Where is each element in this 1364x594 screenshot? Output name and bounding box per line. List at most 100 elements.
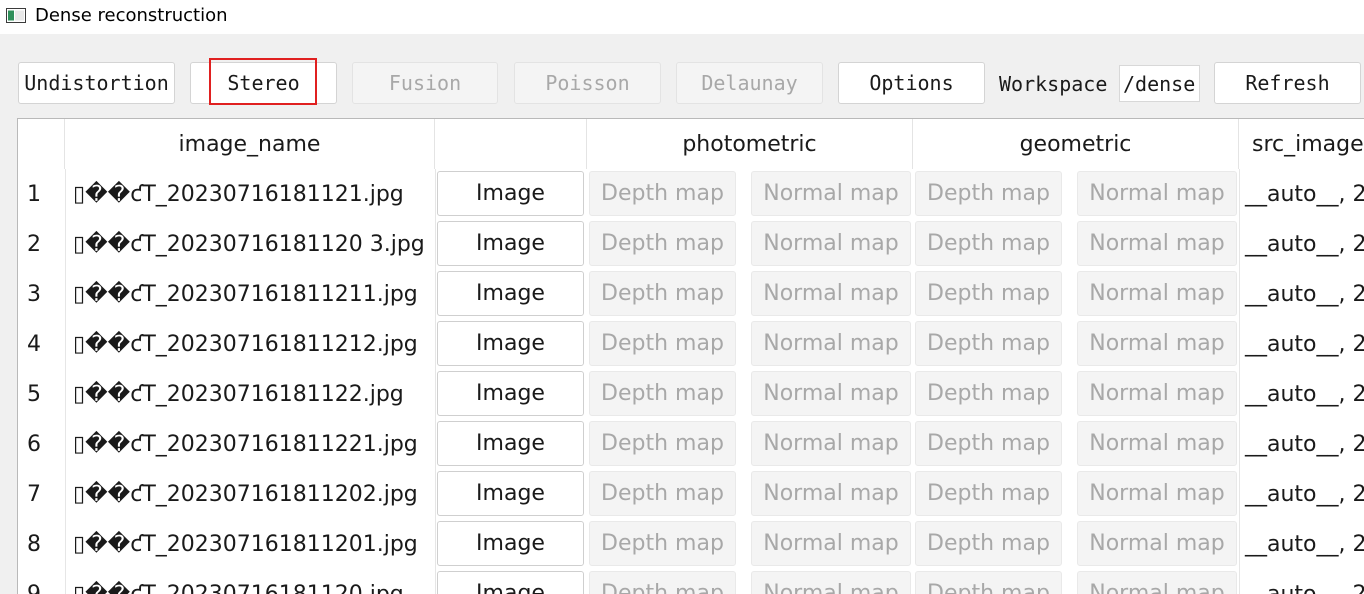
image-button[interactable]: Image — [437, 421, 584, 466]
geometric-depth-map-button[interactable]: Depth map — [915, 221, 1062, 266]
workspace-label: Workspace — [999, 72, 1108, 96]
header-image — [435, 119, 587, 169]
photometric-depth-map-button[interactable]: Depth map — [589, 471, 736, 516]
workspace-input[interactable] — [1119, 65, 1200, 102]
refresh-button[interactable]: Refresh — [1214, 62, 1361, 104]
photometric-depth-map-button[interactable]: Depth map — [589, 271, 736, 316]
src-images-cell: __auto__, 2 — [1245, 431, 1364, 457]
options-button[interactable]: Options — [838, 62, 985, 104]
photometric-normal-map-button[interactable]: Normal map — [751, 171, 911, 216]
image-name-cell: ▯��ƈT_20230716181120.jpg — [73, 581, 404, 594]
header-geometric: geometric — [913, 119, 1239, 169]
image-name-cell: ▯��ƈT_202307161811211.jpg — [73, 281, 418, 307]
geometric-normal-map-button[interactable]: Normal map — [1077, 471, 1237, 516]
image-name-cell: ▯��ƈT_20230716181120 3.jpg — [73, 231, 425, 257]
image-name-cell: ▯��ƈT_202307161811221.jpg — [73, 431, 418, 457]
window-title: Dense reconstruction — [35, 5, 228, 26]
images-table: image_name photometric geometric src_ima… — [17, 118, 1364, 594]
image-button[interactable]: Image — [437, 571, 584, 594]
table-row: 1 ▯��ƈT_20230716181121.jpg Image Depth map N… — [18, 169, 1364, 219]
image-name-cell: ▯��ƈT_202307161811201.jpg — [73, 531, 418, 557]
title-bar: Dense reconstruction — [0, 0, 1364, 34]
geometric-normal-map-button[interactable]: Normal map — [1077, 571, 1237, 594]
geometric-depth-map-button[interactable]: Depth map — [915, 521, 1062, 566]
photometric-normal-map-button[interactable]: Normal map — [751, 421, 911, 466]
row-number: 9 — [27, 581, 41, 594]
window-icon — [6, 8, 26, 23]
photometric-depth-map-button[interactable]: Depth map — [589, 371, 736, 416]
row-number: 6 — [27, 431, 41, 457]
geometric-normal-map-button[interactable]: Normal map — [1077, 171, 1237, 216]
photometric-normal-map-button[interactable]: Normal map — [751, 221, 911, 266]
geometric-normal-map-button[interactable]: Normal map — [1077, 521, 1237, 566]
photometric-normal-map-button[interactable]: Normal map — [751, 521, 911, 566]
photometric-depth-map-button[interactable]: Depth map — [589, 221, 736, 266]
src-images-cell: __auto__, 2 — [1245, 181, 1364, 207]
photometric-normal-map-button[interactable]: Normal map — [751, 321, 911, 366]
photometric-normal-map-button[interactable]: Normal map — [751, 471, 911, 516]
geometric-depth-map-button[interactable]: Depth map — [915, 171, 1062, 216]
geometric-depth-map-button[interactable]: Depth map — [915, 321, 1062, 366]
row-number: 3 — [27, 281, 41, 307]
src-images-cell: __auto__, 2 — [1245, 231, 1364, 257]
image-button[interactable]: Image — [437, 321, 584, 366]
image-name-cell: ▯��ƈT_202307161811202.jpg — [73, 481, 418, 507]
geometric-depth-map-button[interactable]: Depth map — [915, 271, 1062, 316]
geometric-normal-map-button[interactable]: Normal map — [1077, 421, 1237, 466]
photometric-depth-map-button[interactable]: Depth map — [589, 321, 736, 366]
geometric-normal-map-button[interactable]: Normal map — [1077, 321, 1237, 366]
photometric-normal-map-button[interactable]: Normal map — [751, 371, 911, 416]
table-row: 5 ▯��ƈT_20230716181122.jpg Image Depth map N… — [18, 369, 1364, 419]
table-row: 2 ▯��ƈT_20230716181120 3.jpg Image Depth ma… — [18, 219, 1364, 269]
image-button[interactable]: Image — [437, 371, 584, 416]
undistortion-button[interactable]: Undistortion — [18, 62, 175, 104]
image-name-cell: ▯��ƈT_202307161811212.jpg — [73, 331, 418, 357]
header-src-images: src_image — [1239, 119, 1364, 169]
row-number: 2 — [27, 231, 41, 257]
row-number: 7 — [27, 481, 41, 507]
geometric-depth-map-button[interactable]: Depth map — [915, 421, 1062, 466]
stereo-button[interactable]: Stereo — [190, 62, 337, 104]
delaunay-button[interactable]: Delaunay — [676, 62, 823, 104]
photometric-depth-map-button[interactable]: Depth map — [589, 521, 736, 566]
image-name-cell: ▯��ƈT_20230716181121.jpg — [73, 181, 404, 207]
image-button[interactable]: Image — [437, 271, 584, 316]
src-images-cell: __auto__, 2 — [1245, 581, 1364, 594]
table-row: 3 ▯��ƈT_202307161811211.jpg Image Depth map… — [18, 269, 1364, 319]
photometric-depth-map-button[interactable]: Depth map — [589, 571, 736, 594]
table-row: 8 ▯��ƈT_202307161811201.jpg Image Depth map… — [18, 519, 1364, 569]
table-row: 4 ▯��ƈT_202307161811212.jpg Image Depth map… — [18, 319, 1364, 369]
geometric-depth-map-button[interactable]: Depth map — [915, 471, 1062, 516]
image-button[interactable]: Image — [437, 221, 584, 266]
image-button[interactable]: Image — [437, 171, 584, 216]
table-row: 6 ▯��ƈT_202307161811221.jpg Image Depth map… — [18, 419, 1364, 469]
src-images-cell: __auto__, 2 — [1245, 381, 1364, 407]
geometric-depth-map-button[interactable]: Depth map — [915, 571, 1062, 594]
row-number: 5 — [27, 381, 41, 407]
fusion-button[interactable]: Fusion — [352, 62, 498, 104]
src-images-cell: __auto__, 2 — [1245, 531, 1364, 557]
photometric-normal-map-button[interactable]: Normal map — [751, 571, 911, 594]
row-number: 1 — [27, 181, 41, 207]
geometric-normal-map-button[interactable]: Normal map — [1077, 371, 1237, 416]
header-photometric: photometric — [587, 119, 913, 169]
src-images-cell: __auto__, 2 — [1245, 281, 1364, 307]
photometric-normal-map-button[interactable]: Normal map — [751, 271, 911, 316]
corner-header — [18, 119, 65, 169]
row-number: 4 — [27, 331, 41, 357]
photometric-depth-map-button[interactable]: Depth map — [589, 421, 736, 466]
poisson-button[interactable]: Poisson — [514, 62, 661, 104]
header-image-name: image_name — [65, 119, 435, 169]
geometric-depth-map-button[interactable]: Depth map — [915, 371, 1062, 416]
table-row: 9 ▯��ƈT_20230716181120.jpg Image Depth map N… — [18, 569, 1364, 594]
src-images-cell: __auto__, 2 — [1245, 481, 1364, 507]
geometric-normal-map-button[interactable]: Normal map — [1077, 221, 1237, 266]
image-button[interactable]: Image — [437, 521, 584, 566]
image-button[interactable]: Image — [437, 471, 584, 516]
table-row: 7 ▯��ƈT_202307161811202.jpg Image Depth map… — [18, 469, 1364, 519]
image-name-cell: ▯��ƈT_20230716181122.jpg — [73, 381, 404, 407]
photometric-depth-map-button[interactable]: Depth map — [589, 171, 736, 216]
row-number: 8 — [27, 531, 41, 557]
geometric-normal-map-button[interactable]: Normal map — [1077, 271, 1237, 316]
src-images-cell: __auto__, 2 — [1245, 331, 1364, 357]
